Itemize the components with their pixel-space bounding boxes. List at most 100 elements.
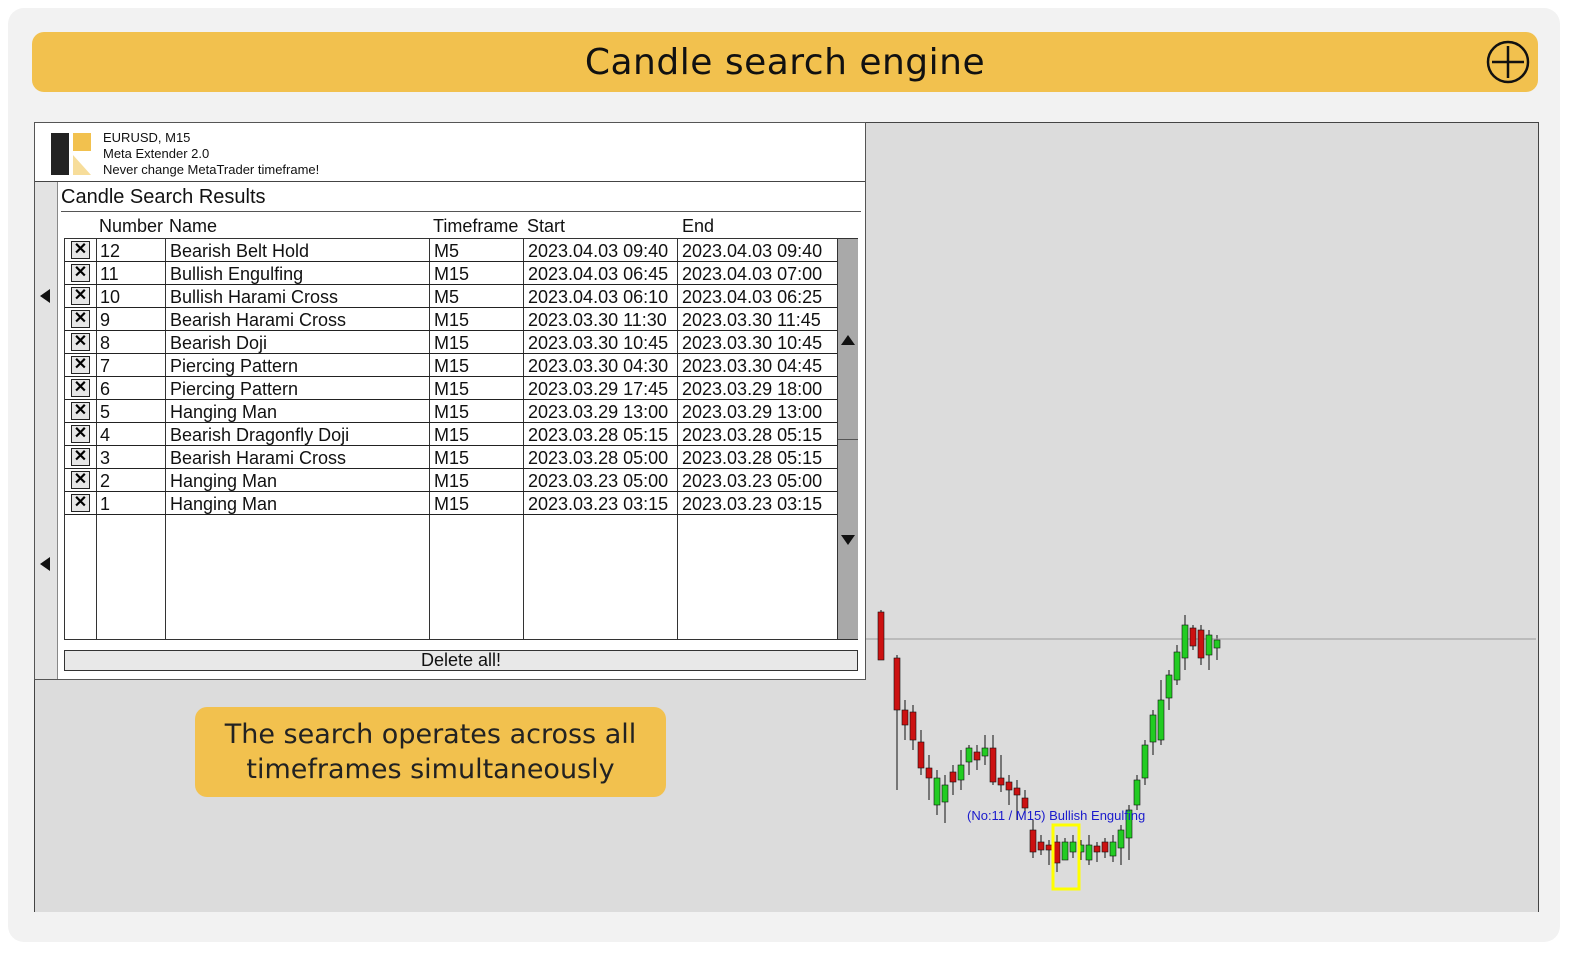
table-row[interactable]: ✕ 6 Piercing Pattern M15 2023.03.29 17:45 202…	[65, 377, 837, 400]
info-callout: The search operates across all timeframe…	[195, 707, 666, 797]
collapse-left-icon[interactable]	[40, 557, 50, 571]
bearish-candle	[925, 767, 933, 779]
bullish-candle	[933, 777, 941, 806]
delete-row-icon[interactable]: ✕	[71, 356, 90, 374]
cell-name: Piercing Pattern	[170, 379, 299, 399]
cell-timeframe: M15	[434, 310, 470, 330]
cell-timeframe: M15	[434, 333, 470, 353]
cell-name: Hanging Man	[170, 471, 278, 491]
column-header-timeframe: Timeframe	[433, 216, 519, 236]
table-row[interactable]: ✕ 9 Bearish Harami Cross M15 2023.03.30 11:3…	[65, 308, 837, 331]
symbol-label: EURUSD, M15	[103, 130, 191, 145]
delete-row-icon[interactable]: ✕	[71, 379, 90, 397]
cell-timeframe: M15	[434, 264, 470, 284]
cell-start: 2023.03.28 05:15	[528, 425, 669, 445]
cell-start: 2023.03.30 11:30	[528, 310, 667, 330]
table-row[interactable]: ✕ 1 Hanging Man M15 2023.03.23 03:15 2023.03.…	[65, 492, 837, 515]
results-title: Candle Search Results	[61, 186, 266, 208]
delete-row-icon[interactable]: ✕	[71, 494, 90, 512]
delete-row-icon[interactable]: ✕	[71, 241, 90, 259]
cell-number: 12	[100, 241, 121, 261]
table-row[interactable]: ✕ 8 Bearish Doji M15 2023.03.30 10:45 2023.03…	[65, 331, 837, 354]
bullish-candle	[941, 784, 949, 803]
meta-extender-logo	[51, 133, 91, 175]
column-header-number: Number	[99, 216, 164, 236]
cell-start: 2023.03.23 03:15	[528, 494, 669, 514]
bullish-candle	[957, 764, 965, 781]
table-row[interactable]: ✕ 3 Bearish Harami Cross M15 2023.03.28 05:0…	[65, 446, 837, 469]
side-collapse-strip	[35, 182, 58, 679]
cell-timeframe: M5	[434, 287, 460, 307]
bullish-candle	[1109, 841, 1117, 857]
bullish-candle	[1157, 699, 1165, 741]
scroll-thumb-divider	[838, 439, 858, 440]
bearish-candle	[1101, 841, 1109, 853]
bearish-candle	[1005, 781, 1013, 791]
cell-start: 2023.03.30 04:30	[528, 356, 669, 376]
cell-number: 8	[100, 333, 111, 353]
scroll-down-icon[interactable]	[841, 535, 855, 545]
bearish-candle	[1053, 841, 1061, 864]
bearish-candle	[1013, 787, 1021, 796]
bearish-candle	[973, 751, 981, 761]
column-header-name: Name	[169, 216, 218, 236]
cell-start: 2023.03.28 05:00	[528, 448, 669, 468]
bearish-candle	[909, 711, 917, 741]
bearish-candle	[1045, 844, 1053, 851]
bearish-candle	[989, 747, 997, 783]
cell-timeframe: M15	[434, 402, 470, 422]
delete-row-icon[interactable]: ✕	[71, 425, 90, 443]
cell-name: Bearish Belt Hold	[170, 241, 310, 261]
bullish-candle	[1213, 639, 1221, 649]
callout-line-2: timeframes simultaneously	[246, 754, 615, 785]
delete-row-icon[interactable]: ✕	[71, 333, 90, 351]
scroll-up-icon[interactable]	[841, 335, 855, 345]
delete-row-icon[interactable]: ✕	[71, 287, 90, 305]
table-row[interactable]: ✕ 10 Bullish Harami Cross M5 2023.04.03 06:1…	[65, 285, 837, 308]
plus-circle-icon[interactable]	[1486, 40, 1530, 84]
column-header-start: Start	[527, 216, 566, 236]
bullish-candle	[1141, 744, 1149, 779]
vertical-scrollbar[interactable]	[837, 239, 858, 639]
bearish-candle	[893, 657, 901, 711]
delete-row-icon[interactable]: ✕	[71, 471, 90, 489]
cell-timeframe: M5	[434, 241, 460, 261]
cell-number: 7	[100, 356, 111, 376]
bullish-candle	[1085, 844, 1093, 861]
cell-end: 2023.03.28 05:15	[682, 448, 823, 468]
table-row[interactable]: ✕ 4 Bearish Dragonfly Doji M15 2023.03.28 05…	[65, 423, 837, 446]
delete-row-icon[interactable]: ✕	[71, 402, 90, 420]
delete-row-icon[interactable]: ✕	[71, 264, 90, 282]
bearish-candle	[949, 771, 957, 783]
cell-name: Bearish Harami Cross	[170, 448, 347, 468]
cell-number: 9	[100, 310, 111, 330]
table-row[interactable]: ✕ 7 Piercing Pattern M15 2023.03.30 04:30 202…	[65, 354, 837, 377]
cell-name: Piercing Pattern	[170, 356, 299, 376]
table-row[interactable]: ✕ 5 Hanging Man M15 2023.03.29 13:00 2023.03.…	[65, 400, 837, 423]
cell-start: 2023.03.23 05:00	[528, 471, 669, 491]
table-row[interactable]: ✕ 12 Bearish Belt Hold M5 2023.04.03 09:40 20…	[65, 239, 837, 262]
collapse-left-icon[interactable]	[40, 289, 50, 303]
cell-start: 2023.04.03 06:45	[528, 264, 669, 284]
table-row[interactable]: ✕ 2 Hanging Man M15 2023.03.23 05:00 2023.03.…	[65, 469, 837, 492]
delete-row-icon[interactable]: ✕	[71, 448, 90, 466]
cell-end: 2023.04.03 07:00	[682, 264, 823, 284]
delete-row-icon[interactable]: ✕	[71, 310, 90, 328]
cell-timeframe: M15	[434, 494, 470, 514]
cell-start: 2023.03.29 13:00	[528, 402, 669, 422]
cell-timeframe: M15	[434, 356, 470, 376]
cell-start: 2023.03.29 17:45	[528, 379, 669, 399]
bullish-candle	[1165, 674, 1173, 699]
bullish-candle	[1149, 714, 1157, 743]
cell-name: Bearish Doji	[170, 333, 268, 353]
table-row[interactable]: ✕ 11 Bullish Engulfing M15 2023.04.03 06:45 2…	[65, 262, 837, 285]
bearish-candle	[1189, 627, 1197, 647]
cell-end: 2023.03.29 13:00	[682, 402, 823, 422]
results-list[interactable]: ✕ 12 Bearish Belt Hold M5 2023.04.03 09:40 20…	[64, 238, 858, 640]
bearish-candle	[1197, 629, 1205, 659]
bearish-candle	[997, 777, 1005, 786]
cell-start: 2023.04.03 09:40	[528, 241, 669, 261]
cell-number: 1	[100, 494, 111, 514]
cell-end: 2023.03.30 10:45	[682, 333, 823, 353]
delete-all-button[interactable]: Delete all!	[64, 650, 858, 671]
